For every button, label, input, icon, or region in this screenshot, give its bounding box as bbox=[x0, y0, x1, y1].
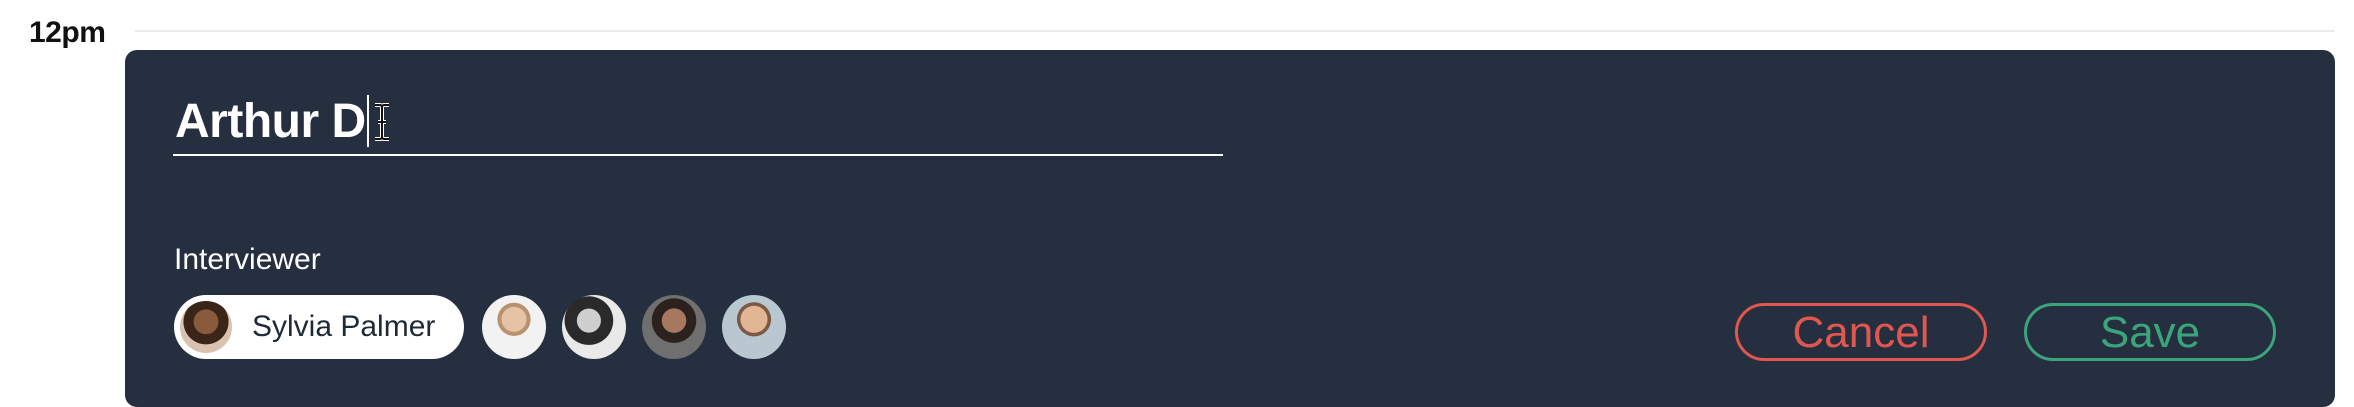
title-text: Arthur D bbox=[175, 95, 366, 148]
cancel-button[interactable]: Cancel bbox=[1735, 303, 1987, 361]
hour-gridline bbox=[135, 30, 2335, 32]
text-caret bbox=[366, 95, 369, 147]
interviewer-avatar-option[interactable] bbox=[562, 295, 626, 359]
interviewer-avatar-option[interactable] bbox=[482, 295, 546, 359]
title-field[interactable]: Arthur D bbox=[173, 90, 1223, 156]
title-input[interactable]: Arthur D bbox=[173, 90, 369, 154]
event-editor-panel: Arthur D Interviewer Sylvia Palmer Cance… bbox=[125, 50, 2335, 407]
avatar bbox=[178, 299, 234, 355]
interviewer-avatar-option[interactable] bbox=[722, 295, 786, 359]
interviewer-name: Sylvia Palmer bbox=[252, 310, 436, 343]
selected-interviewer-chip[interactable]: Sylvia Palmer bbox=[174, 295, 464, 359]
interviewer-avatar-option[interactable] bbox=[642, 295, 706, 359]
time-label: 12pm bbox=[29, 16, 106, 49]
save-button[interactable]: Save bbox=[2024, 303, 2276, 361]
ibeam-cursor-icon bbox=[375, 103, 389, 141]
interviewer-label: Interviewer bbox=[174, 243, 321, 276]
